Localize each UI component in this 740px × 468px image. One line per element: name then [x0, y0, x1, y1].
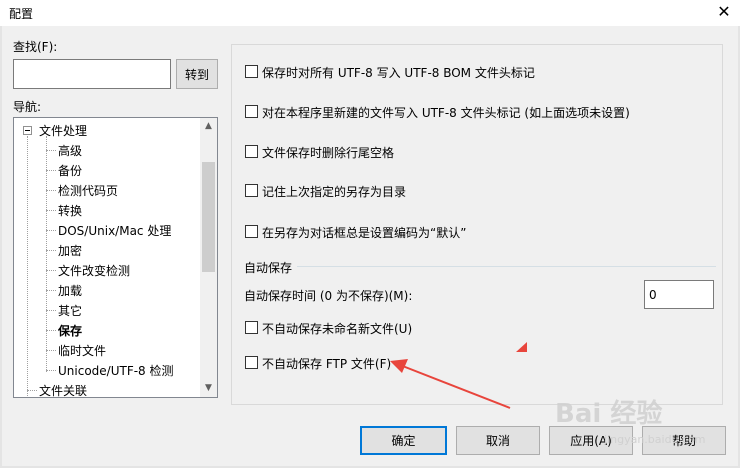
autosave-group-title: 自动保存	[244, 261, 293, 275]
tree-item-file-association[interactable]: 文件关联	[39, 382, 87, 397]
tree-connector	[46, 290, 56, 291]
tree-connector	[46, 250, 56, 251]
autosave-interval-label: 自动保存时间 (0 为不保存)(M):	[244, 289, 413, 303]
tree-connector	[46, 150, 56, 151]
goto-button[interactable]: 转到	[176, 59, 218, 89]
tree-connector	[46, 350, 56, 351]
autosave-interval-input[interactable]	[644, 280, 714, 309]
nav-label: 导航:	[13, 100, 42, 114]
group-divider	[297, 266, 716, 267]
option-label[interactable]: 不自动保存未命名新文件(U)	[262, 320, 412, 337]
option-label[interactable]: 保存时对所有 UTF-8 写入 UTF-8 BOM 文件头标记	[262, 64, 535, 81]
tree-item-conversion[interactable]: 转换	[58, 202, 82, 219]
tree-item-temp-files[interactable]: 临时文件	[58, 342, 106, 359]
ok-button[interactable]: 确定	[360, 426, 447, 455]
tree-connector	[46, 310, 56, 311]
collapse-icon[interactable]	[23, 126, 32, 135]
scroll-up-icon[interactable]: ▲	[200, 118, 217, 135]
nav-tree[interactable]: 文件处理 高级 备份 检测代码页 转换 DOS/Unix/Mac 处理 加密 文…	[13, 117, 218, 398]
close-icon[interactable]: ✕	[712, 1, 736, 23]
checkbox-utf8-bom-all[interactable]	[245, 65, 258, 78]
checkbox-utf8-bom-new[interactable]	[245, 105, 258, 118]
tree-item-file-handling[interactable]: 文件处理	[39, 122, 87, 139]
title-bar	[0, 0, 740, 26]
tree-item-advanced[interactable]: 高级	[58, 142, 82, 159]
tree-connector	[46, 330, 56, 331]
tree-connector	[46, 230, 56, 231]
tree-item-save[interactable]: 保存	[58, 322, 82, 339]
option-label[interactable]: 对在本程序里新建的文件写入 UTF-8 文件头标记 (如上面选项未设置)	[262, 104, 630, 121]
tree-item-load[interactable]: 加载	[58, 282, 82, 299]
checkbox-saveas-default-encoding[interactable]	[245, 225, 258, 238]
search-label: 查找(F):	[13, 40, 58, 54]
option-label[interactable]: 文件保存时删除行尾空格	[262, 144, 394, 161]
scrollbar-thumb[interactable]	[202, 162, 215, 272]
cancel-button[interactable]: 取消	[456, 426, 540, 455]
tree-item-dos-unix-mac[interactable]: DOS/Unix/Mac 处理	[58, 222, 171, 239]
checkbox-trim-trailing[interactable]	[245, 145, 258, 158]
tree-item-codepage-detect[interactable]: 检测代码页	[58, 182, 118, 199]
tree-connector	[27, 390, 37, 391]
watermark-logo: Bai 经验	[555, 399, 663, 429]
watermark-url: jingyan.baidu.com	[604, 433, 706, 446]
tree-connector	[46, 190, 56, 191]
tree-item-unicode-detect[interactable]: Unicode/UTF-8 检测	[58, 362, 174, 379]
tree-item-file-change-detect[interactable]: 文件改变检测	[58, 262, 130, 279]
tree-connector	[46, 170, 56, 171]
tree-connector	[46, 210, 56, 211]
tree-item-backup[interactable]: 备份	[58, 162, 82, 179]
scroll-down-icon[interactable]: ▼	[200, 380, 217, 397]
option-label[interactable]: 在另存为对话框总是设置编码为“默认”	[262, 224, 466, 241]
tree-item-encryption[interactable]: 加密	[58, 242, 82, 259]
search-input[interactable]	[13, 59, 171, 89]
window-title: 配置	[9, 7, 34, 21]
tree-connector	[27, 136, 28, 397]
option-label[interactable]: 不自动保存 FTP 文件(F)	[262, 355, 391, 372]
tree-connector	[46, 136, 47, 372]
option-label[interactable]: 记住上次指定的另存为目录	[262, 183, 406, 200]
tree-connector	[46, 370, 56, 371]
window-border-left	[0, 26, 2, 468]
tree-item-other[interactable]: 其它	[58, 302, 82, 319]
checkbox-no-autosave-untitled[interactable]	[245, 321, 258, 334]
checkbox-remember-saveas-dir[interactable]	[245, 184, 258, 197]
tree-connector	[46, 270, 56, 271]
checkbox-no-autosave-ftp[interactable]	[245, 356, 258, 369]
